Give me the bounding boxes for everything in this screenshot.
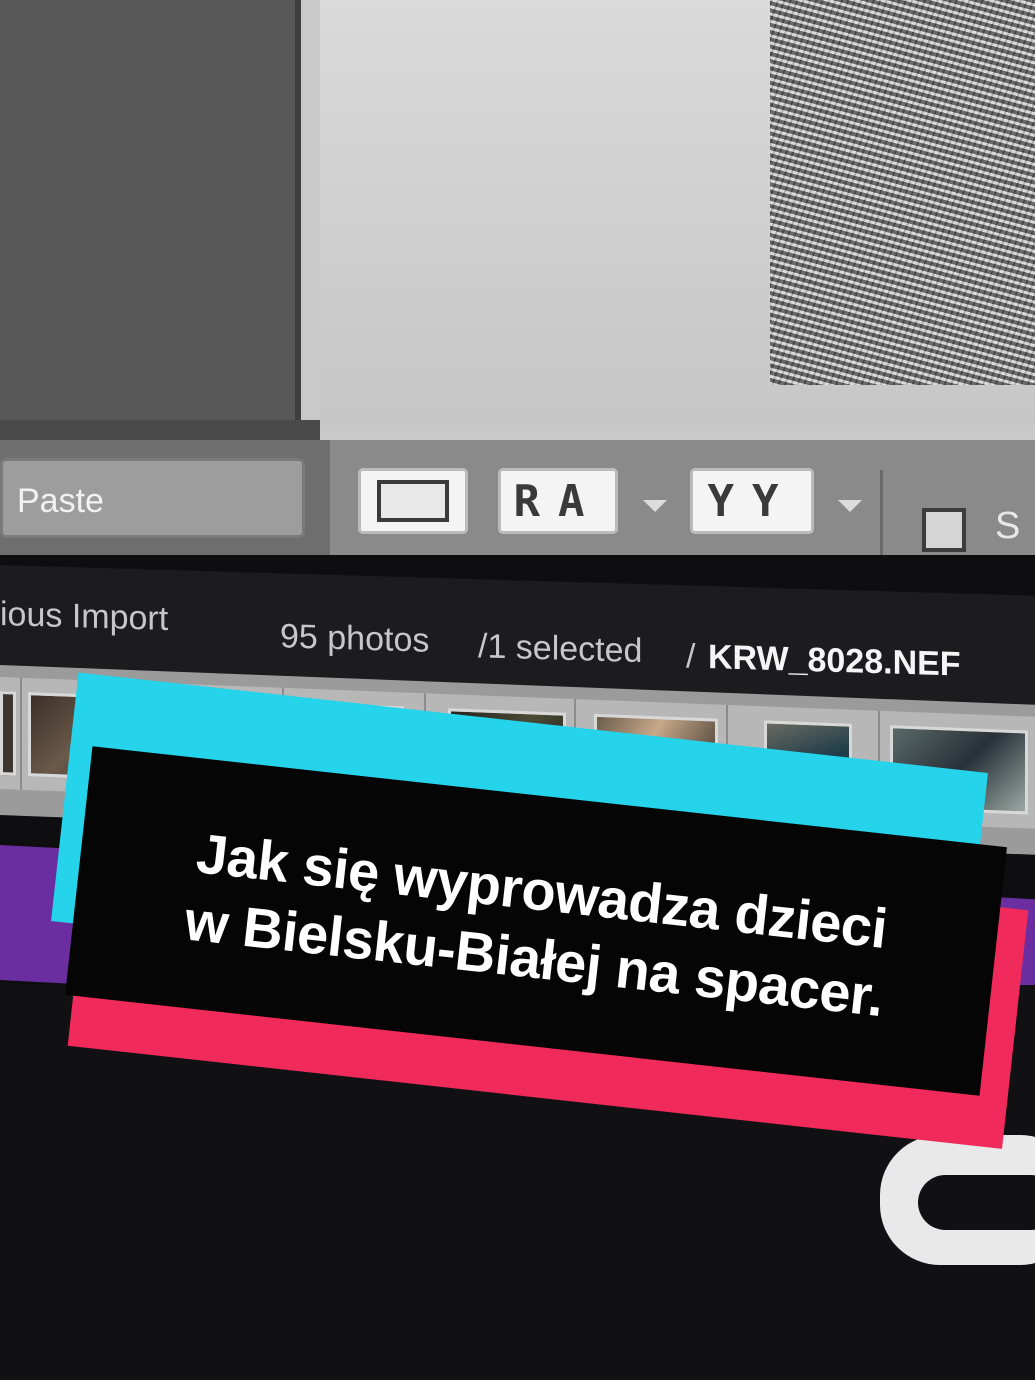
caption-overlay: Jak się wyprowadza dzieci w Bielsku-Biał… [0,0,1035,1380]
